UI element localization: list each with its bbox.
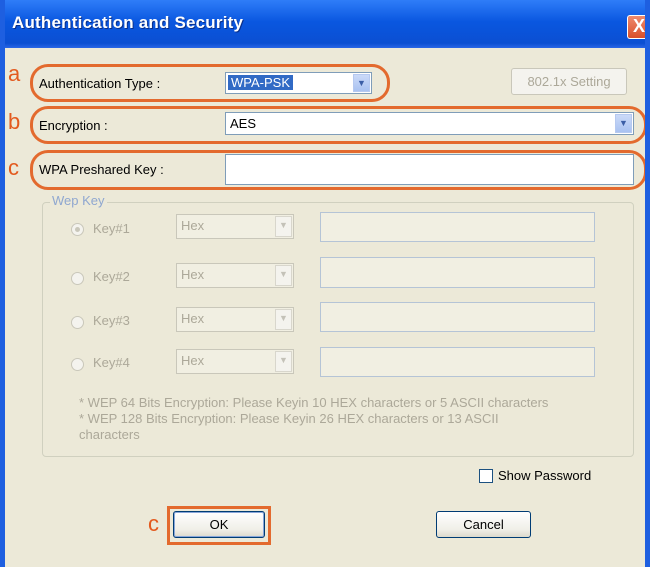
close-button[interactable]: X bbox=[627, 15, 645, 39]
close-icon: X bbox=[632, 16, 645, 36]
wep64-note: * WEP 64 Bits Encryption: Please Keyin 1… bbox=[79, 395, 549, 410]
wpa-key-input[interactable] bbox=[225, 154, 634, 185]
key2-format-value: Hex bbox=[181, 267, 205, 282]
key2-label: Key#2 bbox=[93, 269, 130, 284]
chevron-down-icon[interactable]: ▼ bbox=[275, 351, 292, 372]
key3-format-select[interactable]: Hex ▼ bbox=[176, 307, 294, 332]
ok-button[interactable]: OK bbox=[173, 511, 265, 538]
8021x-setting-button[interactable]: 802.1x Setting bbox=[511, 68, 627, 95]
key3-input[interactable] bbox=[320, 302, 595, 332]
encryption-select[interactable]: AES ▼ bbox=[225, 112, 634, 135]
show-password-label: Show Password bbox=[498, 468, 592, 483]
key1-label: Key#1 bbox=[93, 221, 130, 236]
wpa-key-label: WPA Preshared Key : bbox=[39, 162, 164, 177]
title-bar: Authentication and Security X bbox=[5, 0, 645, 48]
wep-key-group-title: Wep Key bbox=[50, 193, 107, 208]
encryption-label: Encryption : bbox=[39, 118, 108, 133]
dialog-window: Authentication and Security X a Authenti… bbox=[0, 0, 650, 567]
key4-format-value: Hex bbox=[181, 353, 205, 368]
key4-format-select[interactable]: Hex ▼ bbox=[176, 349, 294, 374]
annotation-a: a bbox=[8, 61, 21, 86]
annotation-c-ok: c bbox=[148, 511, 159, 536]
annotation-c-key: c bbox=[8, 155, 19, 180]
key2-format-select[interactable]: Hex ▼ bbox=[176, 263, 294, 288]
key4-input[interactable] bbox=[320, 347, 595, 377]
key1-format-value: Hex bbox=[181, 218, 205, 233]
key1-format-select[interactable]: Hex ▼ bbox=[176, 214, 294, 239]
show-password-checkbox[interactable] bbox=[479, 469, 493, 483]
key4-label: Key#4 bbox=[93, 355, 130, 370]
chevron-down-icon[interactable]: ▼ bbox=[275, 265, 292, 286]
encryption-value: AES bbox=[230, 116, 257, 131]
key1-input[interactable] bbox=[320, 212, 595, 242]
key3-label: Key#3 bbox=[93, 313, 130, 328]
key2-radio[interactable] bbox=[71, 272, 84, 285]
chevron-down-icon[interactable]: ▼ bbox=[275, 309, 292, 330]
chevron-down-icon[interactable]: ▼ bbox=[353, 74, 370, 92]
key2-input[interactable] bbox=[320, 257, 595, 288]
chevron-down-icon[interactable]: ▼ bbox=[615, 114, 632, 133]
key1-radio[interactable] bbox=[71, 223, 84, 236]
auth-type-select[interactable]: WPA-PSK ▼ bbox=[225, 72, 372, 94]
auth-type-label: Authentication Type : bbox=[39, 76, 161, 91]
cancel-button[interactable]: Cancel bbox=[436, 511, 531, 538]
key3-format-value: Hex bbox=[181, 311, 205, 326]
radio-selected-dot bbox=[75, 227, 80, 232]
annotation-b: b bbox=[8, 109, 21, 134]
key3-radio[interactable] bbox=[71, 316, 84, 329]
wep128-note: * WEP 128 Bits Encryption: Please Keyin … bbox=[79, 411, 499, 426]
window-title: Authentication and Security bbox=[12, 13, 244, 32]
key4-radio[interactable] bbox=[71, 358, 84, 371]
wep128-note-cont: characters bbox=[79, 427, 140, 442]
chevron-down-icon[interactable]: ▼ bbox=[275, 216, 292, 237]
auth-type-value: WPA-PSK bbox=[228, 75, 293, 90]
